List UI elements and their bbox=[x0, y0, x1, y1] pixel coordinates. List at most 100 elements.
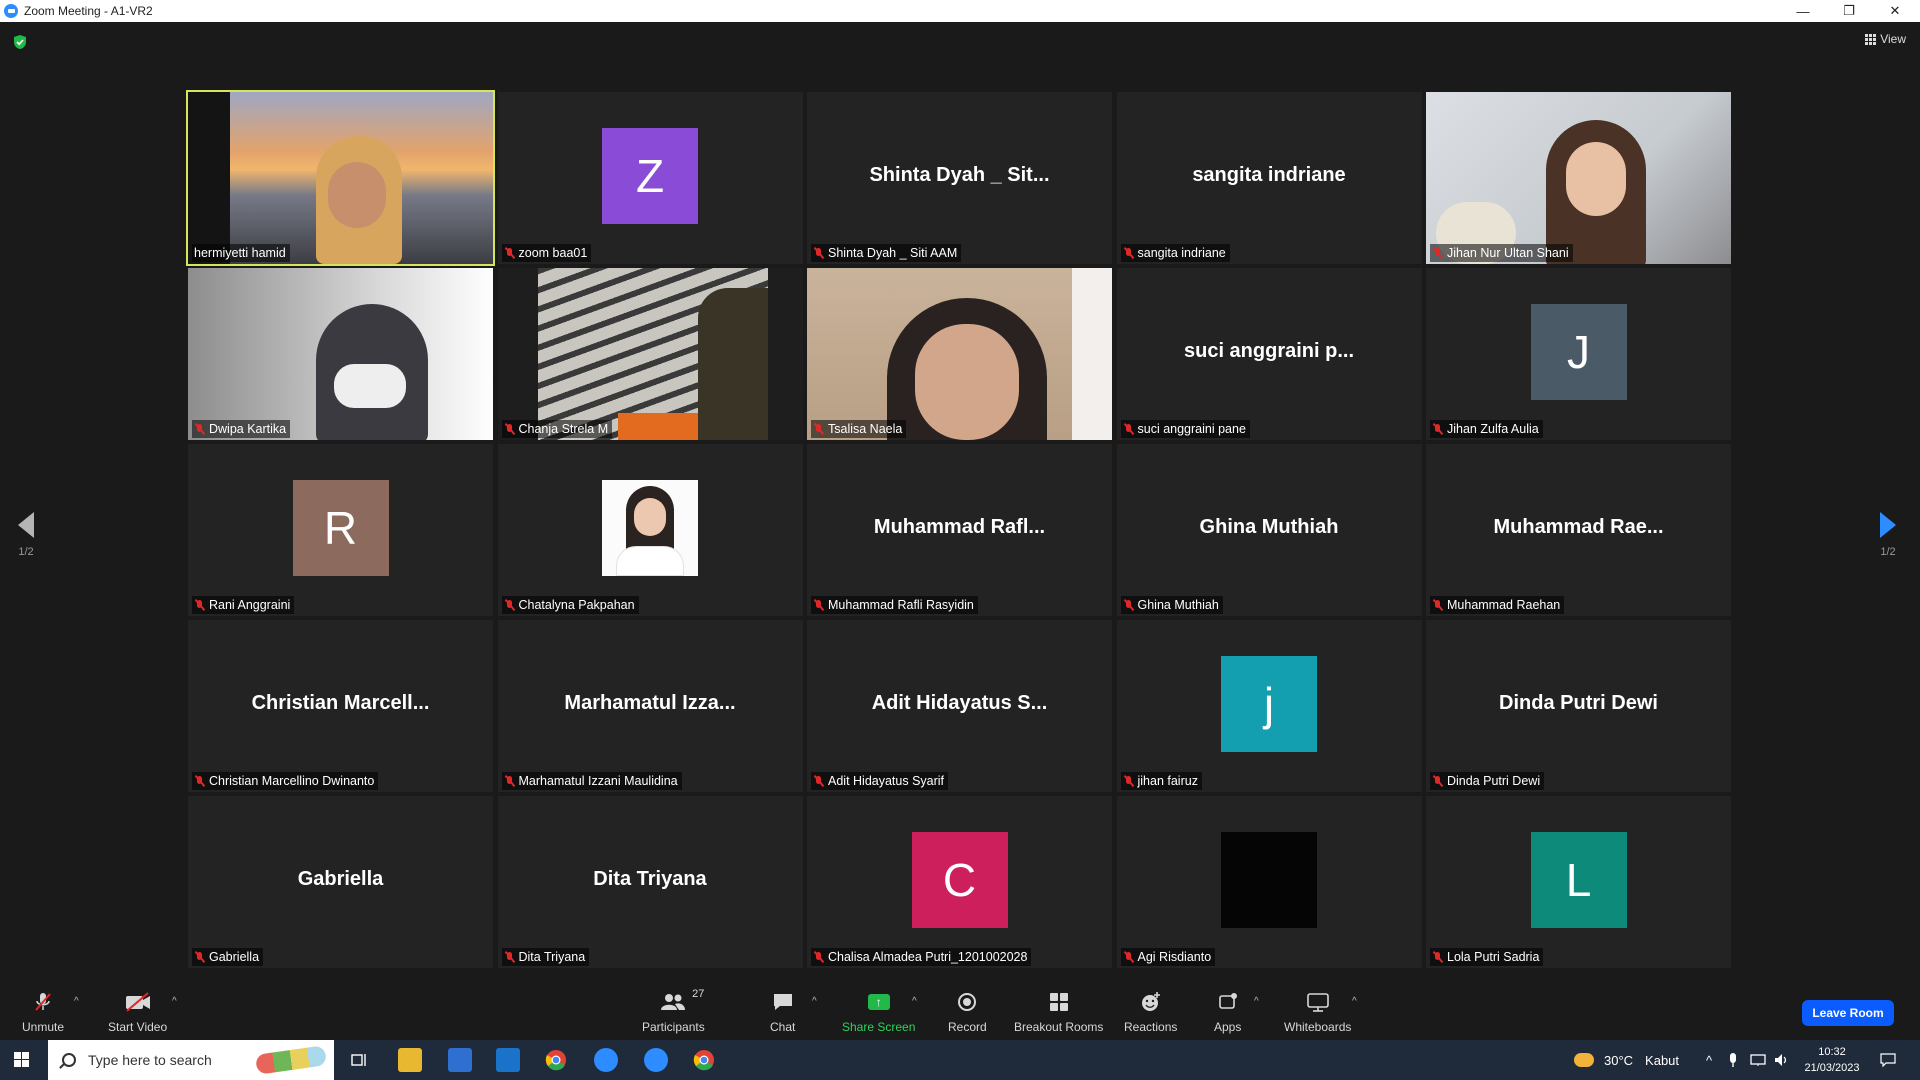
participant-tile[interactable]: C Chalisa Almadea Putri_1201002028 bbox=[807, 796, 1112, 968]
apps-options-caret-icon[interactable]: ^ bbox=[1254, 996, 1259, 1007]
breakout-rooms-button[interactable]: Breakout Rooms bbox=[1014, 990, 1103, 1034]
view-label: View bbox=[1880, 32, 1906, 46]
participant-name-label: zoom baa01 bbox=[501, 244, 592, 262]
participant-avatar: Z bbox=[602, 128, 698, 224]
participant-avatar: j bbox=[1221, 656, 1317, 752]
restore-button[interactable]: ❐ bbox=[1826, 0, 1872, 22]
start-video-button[interactable]: Start Video bbox=[108, 990, 167, 1034]
participant-name-label: Chanja Strela M bbox=[501, 420, 613, 438]
mic-muted-icon bbox=[504, 951, 516, 964]
participant-tile[interactable]: R Rani Anggraini bbox=[188, 444, 493, 616]
participants-button[interactable]: 27 Participants bbox=[642, 988, 705, 1034]
network-icon[interactable] bbox=[1750, 1040, 1766, 1080]
microsoft-store-icon[interactable] bbox=[448, 1048, 472, 1072]
participant-tile[interactable]: sangita indriane sangita indriane bbox=[1116, 92, 1422, 264]
participant-tile[interactable]: Adit Hidayatus S... Adit Hidayatus Syari… bbox=[807, 620, 1112, 792]
weather-widget[interactable]: 30°C Kabut bbox=[1574, 1040, 1679, 1080]
task-view-icon[interactable] bbox=[348, 1048, 372, 1072]
participant-tile[interactable]: Dwipa Kartika bbox=[188, 268, 493, 440]
taskbar-search-box[interactable]: Type here to search bbox=[48, 1040, 334, 1080]
whiteboards-button[interactable]: Whiteboards bbox=[1284, 990, 1351, 1034]
leave-room-button[interactable]: Leave Room bbox=[1802, 1000, 1894, 1026]
file-explorer-icon[interactable] bbox=[398, 1048, 422, 1072]
participant-video bbox=[188, 268, 493, 440]
clock-time: 10:32 bbox=[1818, 1046, 1846, 1058]
reactions-button[interactable]: Reactions bbox=[1124, 990, 1177, 1034]
participant-tile[interactable]: Christian Marcell... Christian Marcellin… bbox=[188, 620, 493, 792]
volume-icon[interactable] bbox=[1774, 1040, 1790, 1080]
participant-tile[interactable]: Chanja Strela M bbox=[497, 268, 803, 440]
next-page-button[interactable]: 1/2 bbox=[1880, 512, 1896, 558]
participant-tile[interactable]: Muhammad Rafl... Muhammad Rafli Rasyidin bbox=[807, 444, 1112, 616]
participant-tile[interactable]: Gabriella Gabriella bbox=[188, 796, 493, 968]
breakout-rooms-label: Breakout Rooms bbox=[1014, 1020, 1104, 1034]
participant-tile[interactable]: Jihan Nur Ultan Shani bbox=[1426, 92, 1731, 264]
unmute-button[interactable]: Unmute bbox=[22, 990, 64, 1034]
participant-tile[interactable]: j jihan fairuz bbox=[1116, 620, 1422, 792]
microphone-tray-icon[interactable] bbox=[1728, 1040, 1738, 1080]
whiteboards-options-caret-icon[interactable]: ^ bbox=[1352, 996, 1357, 1007]
participant-name-label: Dita Triyana bbox=[501, 948, 590, 966]
minimize-button[interactable]: — bbox=[1780, 0, 1826, 22]
video-options-caret-icon[interactable]: ^ bbox=[172, 996, 177, 1007]
participant-avatar: C bbox=[911, 832, 1008, 928]
teamviewer-icon[interactable] bbox=[594, 1048, 618, 1072]
window-title: Zoom Meeting - A1-VR2 bbox=[24, 4, 153, 18]
chat-options-caret-icon[interactable]: ^ bbox=[812, 996, 817, 1007]
participant-display-name: Muhammad Rae... bbox=[1493, 516, 1664, 538]
participant-tile[interactable]: Dinda Putri Dewi Dinda Putri Dewi bbox=[1426, 620, 1731, 792]
participant-video bbox=[807, 268, 1112, 440]
show-hidden-icons-chevron-icon[interactable]: ^ bbox=[1706, 1040, 1712, 1080]
participant-tile[interactable]: Agi Risdianto bbox=[1116, 796, 1422, 968]
participant-display-name: Ghina Muthiah bbox=[1199, 516, 1339, 538]
participant-tile[interactable]: Ghina Muthiah Ghina Muthiah bbox=[1116, 444, 1422, 616]
start-video-label: Start Video bbox=[108, 1020, 168, 1034]
mail-icon[interactable] bbox=[496, 1048, 520, 1072]
gallery-grid-icon bbox=[1865, 34, 1877, 45]
participant-tile[interactable]: Marhamatul Izza... Marhamatul Izzani Mau… bbox=[497, 620, 803, 792]
participant-tile[interactable]: L Lola Putri Sadria bbox=[1426, 796, 1731, 968]
close-button[interactable]: ✕ bbox=[1872, 0, 1918, 22]
chrome-icon[interactable] bbox=[544, 1048, 568, 1072]
participant-tile[interactable]: Muhammad Rae... Muhammad Raehan bbox=[1426, 444, 1731, 616]
chat-icon bbox=[772, 990, 794, 1014]
participant-tile[interactable]: Shinta Dyah _ Sit... Shinta Dyah _ Siti … bbox=[807, 92, 1112, 264]
windows-start-icon[interactable] bbox=[14, 1052, 29, 1067]
audio-options-caret-icon[interactable]: ^ bbox=[74, 996, 79, 1007]
mic-muted-icon bbox=[813, 423, 825, 436]
apps-button[interactable]: Apps bbox=[1214, 990, 1241, 1034]
participant-tile[interactable]: Chatalyna Pakpahan bbox=[497, 444, 803, 616]
share-options-caret-icon[interactable]: ^ bbox=[912, 996, 917, 1007]
mic-muted-icon bbox=[1432, 951, 1444, 964]
participant-tile[interactable]: Z zoom baa01 bbox=[497, 92, 803, 264]
share-screen-icon: ↑ bbox=[867, 994, 890, 1010]
notification-center-icon[interactable] bbox=[1880, 1040, 1896, 1080]
participant-name-label: Agi Risdianto bbox=[1120, 948, 1216, 966]
participant-tile[interactable]: J Jihan Zulfa Aulia bbox=[1426, 268, 1731, 440]
previous-page-button[interactable]: 1/2 bbox=[18, 512, 34, 558]
chrome-profile-icon[interactable] bbox=[692, 1048, 716, 1072]
view-button[interactable]: View bbox=[1865, 32, 1906, 46]
record-button[interactable]: Record bbox=[948, 990, 987, 1034]
zoom-taskbar-icon[interactable] bbox=[644, 1048, 668, 1072]
participant-tile[interactable]: Tsalisa Naela bbox=[807, 268, 1112, 440]
participant-display-name: suci anggraini p... bbox=[1183, 340, 1355, 362]
whiteboards-label: Whiteboards bbox=[1284, 1020, 1352, 1034]
taskbar-clock[interactable]: 10:32 21/03/2023 bbox=[1800, 1044, 1864, 1076]
share-screen-button[interactable]: ↑ Share Screen bbox=[842, 990, 915, 1034]
mic-muted-icon bbox=[813, 775, 825, 788]
apps-icon bbox=[1217, 990, 1239, 1014]
participants-label: Participants bbox=[642, 1020, 705, 1034]
encryption-shield-icon[interactable] bbox=[12, 34, 28, 50]
chat-button[interactable]: Chat bbox=[770, 990, 795, 1034]
participant-profile-photo bbox=[601, 480, 698, 576]
participant-tile[interactable]: hermiyetti hamid bbox=[186, 90, 495, 266]
participant-name-label: Ghina Muthiah bbox=[1120, 596, 1223, 614]
participant-tile[interactable]: suci anggraini p... suci anggraini pane bbox=[1116, 268, 1422, 440]
page-indicator-left: 1/2 bbox=[18, 546, 34, 558]
participant-tile[interactable]: Dita Triyana Dita Triyana bbox=[497, 796, 803, 968]
reactions-icon bbox=[1140, 990, 1162, 1014]
zoom-logo-icon bbox=[4, 4, 18, 18]
mic-muted-icon bbox=[1123, 951, 1135, 964]
participant-name-label: Tsalisa Naela bbox=[811, 420, 907, 438]
